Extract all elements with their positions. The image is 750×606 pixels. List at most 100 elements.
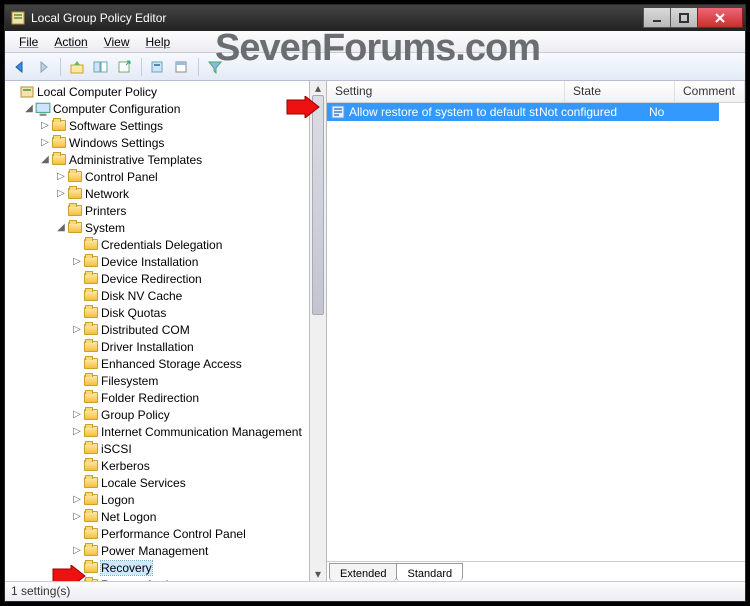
tree-group-policy[interactable]: ▷Group Policy (7, 406, 309, 423)
folder-icon (83, 442, 99, 456)
tree-logon[interactable]: ▷Logon (7, 491, 309, 508)
tree-performance-control-panel[interactable]: Performance Control Panel (7, 525, 309, 542)
app-icon (11, 11, 25, 25)
tab-standard[interactable]: Standard (396, 563, 463, 581)
properties-button[interactable] (171, 56, 193, 78)
expander-icon[interactable]: ▷ (71, 256, 83, 267)
tree-enhanced-storage-access[interactable]: Enhanced Storage Access (7, 355, 309, 372)
expander-icon[interactable]: ▷ (71, 511, 83, 522)
folder-icon (83, 272, 99, 286)
folder-icon (83, 544, 99, 558)
up-button[interactable] (66, 56, 88, 78)
col-setting[interactable]: Setting (327, 81, 565, 102)
expander-icon[interactable]: ▷ (55, 171, 67, 182)
tree-system[interactable]: ◢System (7, 219, 309, 236)
filter-button[interactable] (204, 56, 226, 78)
folder-icon (83, 357, 99, 371)
toolbar (5, 53, 745, 81)
folder-icon (83, 493, 99, 507)
expander-icon[interactable]: ◢ (39, 154, 51, 165)
close-button[interactable] (697, 8, 743, 28)
tree-net-logon[interactable]: ▷Net Logon (7, 508, 309, 525)
forward-button[interactable] (33, 56, 55, 78)
refresh-button[interactable] (147, 56, 169, 78)
folder-icon (83, 323, 99, 337)
tree-root[interactable]: Local Computer Policy (7, 83, 309, 100)
menu-action[interactable]: Action (46, 32, 95, 52)
tree-control-panel[interactable]: ▷Control Panel (7, 168, 309, 185)
tab-extended[interactable]: Extended (329, 563, 397, 581)
folder-icon (83, 561, 99, 575)
tree-driver-installation[interactable]: Driver Installation (7, 338, 309, 355)
col-state[interactable]: State (565, 81, 675, 102)
maximize-button[interactable] (670, 8, 698, 28)
menubar: File Action View Help SevenForums.com (5, 31, 745, 53)
folder-icon (83, 306, 99, 320)
folder-icon (83, 425, 99, 439)
folder-icon (83, 527, 99, 541)
tree-disk-quotas[interactable]: Disk Quotas (7, 304, 309, 321)
folder-icon (83, 408, 99, 422)
tree-iscsi[interactable]: iSCSI (7, 440, 309, 457)
menu-view[interactable]: View (96, 32, 138, 52)
expander-icon[interactable]: ▷ (39, 137, 51, 148)
menu-help[interactable]: Help (138, 32, 179, 52)
folder-icon (51, 136, 67, 150)
status-text: 1 setting(s) (11, 584, 70, 598)
folder-icon (83, 340, 99, 354)
expander-icon[interactable]: ▷ (71, 324, 83, 335)
tree-network[interactable]: ▷Network (7, 185, 309, 202)
expander-icon[interactable]: ▷ (71, 545, 83, 556)
setting-comment: No (649, 105, 719, 119)
folder-icon (83, 391, 99, 405)
export-button[interactable] (114, 56, 136, 78)
col-comment[interactable]: Comment (675, 81, 745, 102)
tree-disk-nv-cache[interactable]: Disk NV Cache (7, 287, 309, 304)
tree-locale-services[interactable]: Locale Services (7, 474, 309, 491)
expander-icon[interactable]: ▷ (55, 188, 67, 199)
tree-printers[interactable]: Printers (7, 202, 309, 219)
folder-icon (83, 476, 99, 490)
folder-icon (67, 221, 83, 235)
tree-folder-redirection[interactable]: Folder Redirection (7, 389, 309, 406)
folder-icon (83, 238, 99, 252)
tree-software-settings[interactable]: ▷Software Settings (7, 117, 309, 134)
tree-kerberos[interactable]: Kerberos (7, 457, 309, 474)
menu-file[interactable]: File (11, 32, 46, 52)
policy-root-icon (19, 85, 35, 99)
setting-state: Not configured (539, 105, 649, 119)
tree-distributed-com[interactable]: ▷Distributed COM (7, 321, 309, 338)
expander-icon[interactable]: ◢ (23, 103, 35, 114)
tree-power-management[interactable]: ▷Power Management (7, 542, 309, 559)
expander-icon[interactable]: ▷ (39, 120, 51, 131)
tree-windows-settings[interactable]: ▷Windows Settings (7, 134, 309, 151)
expander-icon[interactable]: ◢ (55, 222, 67, 233)
tree-administrative-templates[interactable]: ◢Administrative Templates (7, 151, 309, 168)
tree-recovery[interactable]: Recovery (7, 559, 309, 576)
folder-icon (67, 187, 83, 201)
titlebar: Local Group Policy Editor (5, 5, 745, 31)
tree-pane[interactable]: Local Computer Policy◢Computer Configura… (5, 81, 310, 581)
minimize-button[interactable] (643, 8, 671, 28)
tree-internet-communication-management[interactable]: ▷Internet Communication Management (7, 423, 309, 440)
folder-icon (83, 578, 99, 582)
tree-device-redirection[interactable]: Device Redirection (7, 270, 309, 287)
folder-icon (83, 510, 99, 524)
computer-icon (35, 102, 51, 116)
folder-icon (83, 255, 99, 269)
expander-icon[interactable]: ▷ (71, 426, 83, 437)
expander-icon[interactable]: ▷ (71, 409, 83, 420)
tree-scrollbar[interactable]: ▴ ▾ (310, 81, 327, 581)
setting-row[interactable]: Allow restore of system to default state… (327, 103, 719, 121)
back-button[interactable] (9, 56, 31, 78)
scrollbar-thumb[interactable] (312, 95, 324, 315)
tree-credentials-delegation[interactable]: Credentials Delegation (7, 236, 309, 253)
show-hide-tree-button[interactable] (90, 56, 112, 78)
tree-computer-configuration[interactable]: ◢Computer Configuration (7, 100, 309, 117)
folder-icon (67, 170, 83, 184)
folder-icon (83, 374, 99, 388)
tree-device-installation[interactable]: ▷Device Installation (7, 253, 309, 270)
tree-remote-assistance[interactable]: Remote Assistance (7, 576, 309, 581)
expander-icon[interactable]: ▷ (71, 494, 83, 505)
tree-filesystem[interactable]: Filesystem (7, 372, 309, 389)
